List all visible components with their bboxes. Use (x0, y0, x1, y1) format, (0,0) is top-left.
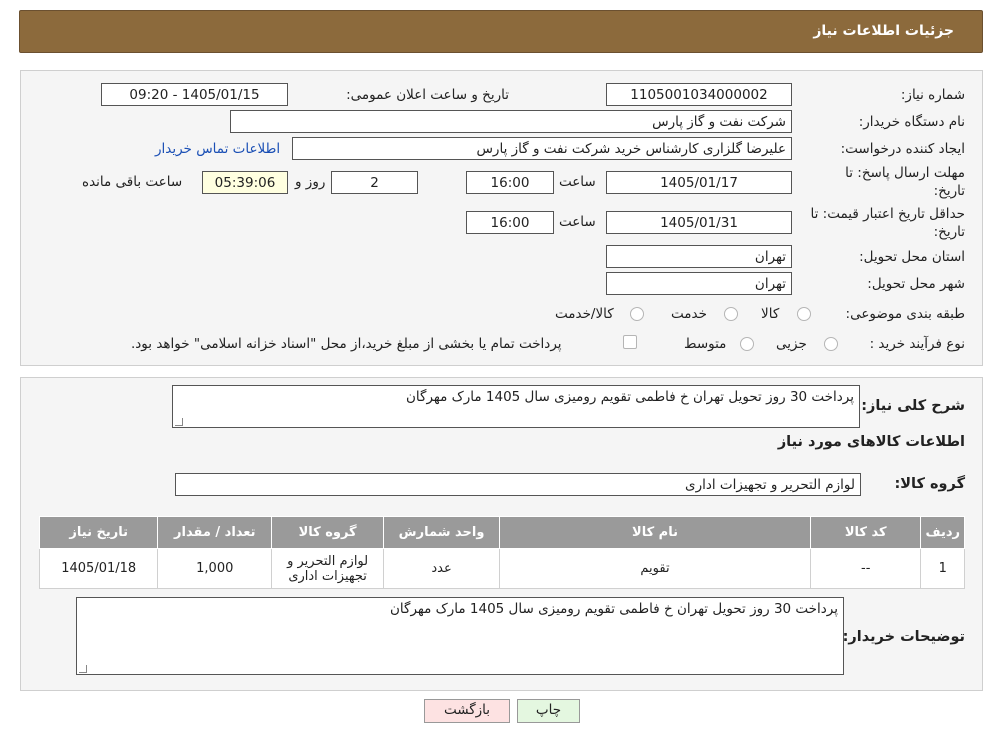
buyer-org-label: نام دستگاه خریدار: (858, 114, 965, 130)
validity-time-label: ساعت (559, 214, 596, 230)
back-button[interactable]: بازگشت (424, 699, 510, 723)
validity-label: حداقل تاریخ اعتبار قیمت: تا (810, 206, 965, 222)
cell-unit: عدد (383, 548, 501, 589)
validity-label-2: تاریخ: (933, 224, 965, 240)
creator-label: ایجاد کننده درخواست: (840, 141, 965, 157)
deadline-date-field: 1405/01/17 (606, 171, 792, 194)
city-label: شهر محل تحویل: (867, 276, 965, 292)
buyer-contact-link[interactable]: اطلاعات تماس خریدار (155, 141, 280, 157)
treasury-payment-checkbox[interactable] (623, 335, 637, 349)
buyer-notes-text: پرداخت 30 روز تحویل تهران خ فاطمی تقویم … (390, 601, 838, 617)
cell-group: لوازم التحریر و تجهیزات اداری (271, 548, 385, 589)
resize-handle-icon[interactable] (79, 665, 87, 673)
purchase-option-minor: جزیی (776, 336, 807, 352)
province-field: تهران (606, 245, 792, 268)
announce-field: 1405/01/15 - 09:20 (101, 83, 288, 106)
resize-handle-icon[interactable] (175, 418, 183, 426)
purchase-option-medium: متوسط (684, 336, 727, 352)
province-label: استان محل تحویل: (859, 249, 965, 265)
category-radio-goods[interactable] (797, 307, 811, 321)
need-number-field: 1105001034000002 (606, 83, 792, 106)
cell-qty: 1,000 (157, 548, 273, 589)
col-code: کد کالا (809, 516, 922, 549)
buyer-notes-textarea[interactable]: پرداخت 30 روز تحویل تهران خ فاطمی تقویم … (76, 597, 844, 675)
purchase-type-label: نوع فرآیند خرید : (869, 336, 965, 352)
group-field: لوازم التحریر و تجهیزات اداری (175, 473, 861, 496)
deadline-time-label: ساعت (559, 174, 596, 190)
cell-date: 1405/01/18 (38, 548, 159, 589)
need-details-panel: شرح کلی نیاز: پرداخت 30 روز تحویل تهران … (20, 377, 983, 691)
items-table: ردیف کد کالا نام کالا واحد شمارش گروه کا… (38, 516, 965, 589)
col-qty: تعداد / مقدار (157, 516, 273, 549)
purchase-radio-minor[interactable] (824, 337, 838, 351)
days-label: روز و (295, 174, 326, 190)
deadline-time-field: 16:00 (466, 171, 554, 194)
col-name: نام کالا (499, 516, 811, 549)
group-label: گروه کالا: (894, 476, 965, 492)
cell-name: تقویم (499, 548, 811, 589)
purchase-radio-medium[interactable] (740, 337, 754, 351)
need-number-label: شماره نیاز: (900, 87, 965, 103)
category-label: طبقه بندی موضوعی: (845, 306, 965, 322)
cell-row: 1 (920, 548, 965, 589)
validity-date-field: 1405/01/31 (606, 211, 792, 234)
category-radio-service[interactable] (724, 307, 738, 321)
items-info-title: اطلاعات کالاهای مورد نیاز (777, 434, 965, 450)
category-radio-goods-service[interactable] (630, 307, 644, 321)
summary-textarea[interactable]: پرداخت 30 روز تحویل تهران خ فاطمی تقویم … (172, 385, 860, 428)
category-option-goods: کالا (761, 306, 780, 322)
col-group: گروه کالا (271, 516, 385, 549)
need-info-panel: شماره نیاز: 1105001034000002 تاریخ و ساع… (20, 70, 983, 366)
table-header-row: ردیف کد کالا نام کالا واحد شمارش گروه کا… (38, 516, 965, 549)
col-date: تاریخ نیاز (38, 516, 159, 549)
creator-field: علیرضا گلزاری کارشناس خرید شرکت نفت و گا… (292, 137, 792, 160)
payment-note: پرداخت تمام یا بخشی از مبلغ خرید،از محل … (131, 336, 562, 352)
remaining-label: ساعت باقی مانده (82, 174, 183, 190)
table-row: 1 -- تقویم عدد لوازم التحریر و تجهیزات ا… (38, 548, 965, 589)
print-button[interactable]: چاپ (517, 699, 580, 723)
remaining-time-field: 05:39:06 (202, 171, 288, 194)
deadline-label: مهلت ارسال پاسخ: تا (845, 165, 965, 181)
summary-label: شرح کلی نیاز: (861, 398, 965, 414)
page-header: جزئیات اطلاعات نیاز (19, 10, 983, 53)
city-field: تهران (606, 272, 792, 295)
buyer-notes-label: توضیحات خریدار: (842, 629, 965, 645)
validity-time-field: 16:00 (466, 211, 554, 234)
col-row: ردیف (920, 516, 965, 549)
announce-label: تاریخ و ساعت اعلان عمومی: (346, 87, 509, 103)
buyer-org-field: شرکت نفت و گاز پارس (230, 110, 792, 133)
page-title: جزئیات اطلاعات نیاز (813, 23, 954, 39)
deadline-label-2: تاریخ: (933, 183, 965, 199)
days-field: 2 (331, 171, 418, 194)
summary-text: پرداخت 30 روز تحویل تهران خ فاطمی تقویم … (406, 389, 854, 405)
cell-code: -- (809, 548, 922, 589)
category-option-goods-service: کالا/خدمت (555, 306, 614, 322)
col-unit: واحد شمارش (383, 516, 501, 549)
category-option-service: خدمت (671, 306, 707, 322)
